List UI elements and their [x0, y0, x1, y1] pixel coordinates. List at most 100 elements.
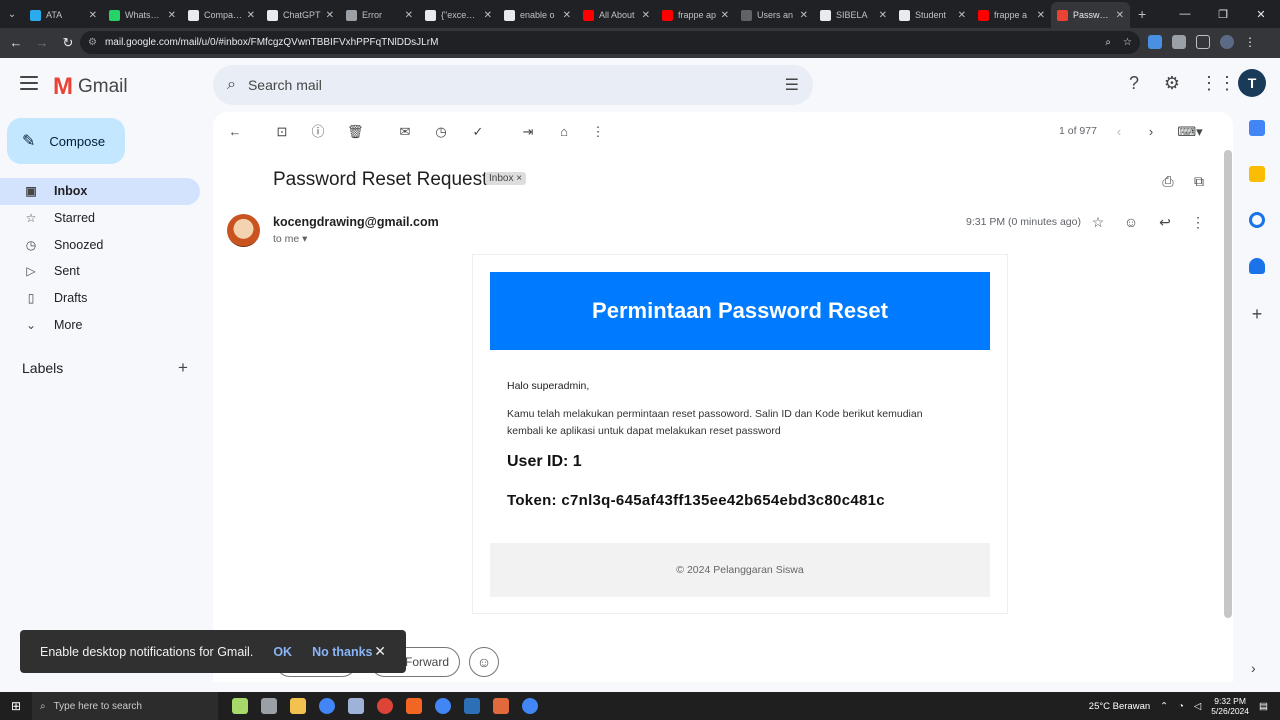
- browser-tab[interactable]: Passwo... ✕: [1051, 2, 1130, 28]
- browser-tab[interactable]: Student ✕: [893, 2, 972, 28]
- get-addons-icon[interactable]: +: [1240, 304, 1274, 325]
- sidebar-item-inbox[interactable]: ▣ Inbox: [0, 178, 200, 205]
- main-menu-icon[interactable]: [20, 76, 38, 94]
- browser-tab[interactable]: ATA ✕: [24, 2, 103, 28]
- close-tab-icon[interactable]: ✕: [958, 10, 966, 21]
- browser-tab[interactable]: SIBELA ✕: [814, 2, 893, 28]
- add-task-icon[interactable]: ✓: [470, 124, 486, 140]
- browser-tab[interactable]: frappe ap ✕: [656, 2, 735, 28]
- newer-chevron-icon[interactable]: ‹: [1111, 124, 1127, 140]
- keep-icon[interactable]: [1249, 166, 1265, 182]
- report-spam-icon[interactable]: ⓘ: [310, 124, 326, 140]
- scrollbar[interactable]: [1224, 150, 1232, 618]
- close-tab-icon[interactable]: ✕: [484, 10, 492, 21]
- sender-email[interactable]: kocengdrawing@gmail.com: [273, 215, 439, 229]
- message-more-icon[interactable]: ⋮: [1189, 214, 1207, 232]
- tasks-icon[interactable]: [1249, 212, 1265, 228]
- compose-button[interactable]: ✎ Compose: [7, 118, 125, 164]
- notifications-icon[interactable]: ▤: [1259, 701, 1268, 712]
- reply-icon[interactable]: ↩: [1156, 214, 1174, 232]
- browser-tab[interactable]: {"exceptio ✕: [419, 2, 498, 28]
- close-tab-icon[interactable]: ✕: [721, 10, 729, 21]
- volume-icon[interactable]: ◁: [1194, 701, 1201, 712]
- close-tab-icon[interactable]: ✕: [642, 10, 650, 21]
- close-tab-icon[interactable]: ✕: [168, 10, 176, 21]
- taskbar-search[interactable]: ⌕ Type here to search: [32, 692, 218, 720]
- toast-no-thanks-button[interactable]: No thanks: [312, 645, 372, 659]
- site-info-icon[interactable]: ⚙: [88, 37, 97, 48]
- app-icon[interactable]: [493, 698, 509, 714]
- browser-tab[interactable]: enable o ✕: [498, 2, 577, 28]
- taskbar-search-input[interactable]: Type here to search: [54, 701, 142, 712]
- close-tab-icon[interactable]: ✕: [563, 10, 571, 21]
- close-tab-icon[interactable]: ✕: [1116, 10, 1124, 21]
- help-icon[interactable]: ?: [1124, 73, 1144, 93]
- back-arrow-icon[interactable]: ←: [4, 35, 28, 51]
- emoji-button[interactable]: ☺: [469, 647, 499, 677]
- close-tab-icon[interactable]: ✕: [1037, 10, 1045, 21]
- sidebar-item-drafts[interactable]: ▯ Drafts: [0, 285, 200, 312]
- print-icon[interactable]: ⎙: [1159, 173, 1177, 191]
- snooze-icon[interactable]: ◷: [433, 124, 449, 140]
- open-new-window-icon[interactable]: ⧉: [1190, 173, 1208, 191]
- zoom-icon[interactable]: ⌕: [1105, 37, 1111, 48]
- browser-tab[interactable]: ChatGPT ✕: [261, 2, 340, 28]
- search-icon[interactable]: ⌕: [227, 76, 236, 94]
- archive-icon[interactable]: ⊡: [274, 124, 290, 140]
- apps-grid-icon[interactable]: ⋮⋮: [1200, 73, 1236, 93]
- sidebar-item-starred[interactable]: ☆ Starred: [0, 205, 200, 232]
- calendar-icon[interactable]: [1249, 120, 1265, 136]
- sidebar-item-sent[interactable]: ▷ Sent: [0, 258, 200, 285]
- chrome-icon[interactable]: [522, 698, 538, 714]
- toast-ok-button[interactable]: OK: [273, 645, 292, 659]
- back-to-inbox-icon[interactable]: ←: [227, 124, 243, 140]
- recipient-details[interactable]: to me ▾: [273, 233, 307, 245]
- emoji-react-icon[interactable]: ☺: [1122, 214, 1140, 232]
- close-window-icon[interactable]: ✕: [1242, 8, 1280, 21]
- sidebar-item-snoozed[interactable]: ◷ Snoozed: [0, 231, 200, 258]
- address-bar[interactable]: ⚙ mail.google.com/mail/u/0/#inbox/FMfcgz…: [80, 31, 1140, 54]
- profile-icon[interactable]: [1220, 35, 1234, 49]
- close-tab-icon[interactable]: ✕: [405, 10, 413, 21]
- extensions-puzzle-icon[interactable]: [1196, 35, 1210, 49]
- browser-tab[interactable]: Users an ✕: [735, 2, 814, 28]
- reload-icon[interactable]: ↻: [56, 35, 80, 51]
- clock[interactable]: 9:32 PM 5/26/2024: [1211, 696, 1249, 716]
- browser-tab[interactable]: Error ✕: [340, 2, 419, 28]
- extension-icon[interactable]: [1172, 35, 1186, 49]
- extension-icon[interactable]: [1148, 35, 1162, 49]
- forward-arrow-icon[interactable]: →: [30, 35, 54, 51]
- chrome-icon[interactable]: [377, 698, 393, 714]
- hide-panel-chevron-icon[interactable]: ›: [1251, 660, 1256, 676]
- toast-close-icon[interactable]: ✕: [374, 643, 386, 660]
- inbox-label-chip[interactable]: Inbox ×: [485, 172, 527, 185]
- task-view-icon[interactable]: [261, 698, 277, 714]
- contacts-icon[interactable]: [1249, 258, 1265, 274]
- tray-chevron-icon[interactable]: ⌃: [1160, 701, 1168, 712]
- older-chevron-icon[interactable]: ›: [1143, 124, 1159, 140]
- browser-tab[interactable]: All About ✕: [577, 2, 656, 28]
- gmail-logo[interactable]: M Gmail: [53, 73, 128, 101]
- minimize-icon[interactable]: —: [1166, 8, 1204, 20]
- tab-search-chevron-icon[interactable]: ⌄: [0, 0, 24, 28]
- browser-menu-icon[interactable]: ⋮: [1244, 35, 1256, 49]
- star-icon[interactable]: ☆: [1089, 214, 1107, 232]
- close-tab-icon[interactable]: ✕: [247, 10, 255, 21]
- close-tab-icon[interactable]: ✕: [89, 10, 97, 21]
- tennis-app-icon[interactable]: [232, 698, 248, 714]
- mark-unread-icon[interactable]: ✉: [397, 124, 413, 140]
- more-options-icon[interactable]: ⋮: [590, 124, 606, 140]
- browser-tab[interactable]: WhatsApp ✕: [103, 2, 182, 28]
- move-to-icon[interactable]: ⇥: [520, 124, 536, 140]
- browser-tab[interactable]: Compan... ✕: [182, 2, 261, 28]
- browser-tab[interactable]: frappe a ✕: [972, 2, 1051, 28]
- windows-start-icon[interactable]: ⊞: [0, 699, 32, 713]
- add-label-icon[interactable]: +: [178, 358, 188, 378]
- search-input[interactable]: Search mail: [248, 77, 785, 93]
- bookmark-star-icon[interactable]: ☆: [1123, 37, 1132, 48]
- terminal-icon[interactable]: [464, 698, 480, 714]
- chrome-icon[interactable]: [435, 698, 451, 714]
- sidebar-item-more[interactable]: ⌄ More: [0, 311, 200, 338]
- search-bar[interactable]: ⌕ Search mail ☰: [213, 65, 813, 105]
- weather-text[interactable]: 25°C Berawan: [1089, 701, 1150, 712]
